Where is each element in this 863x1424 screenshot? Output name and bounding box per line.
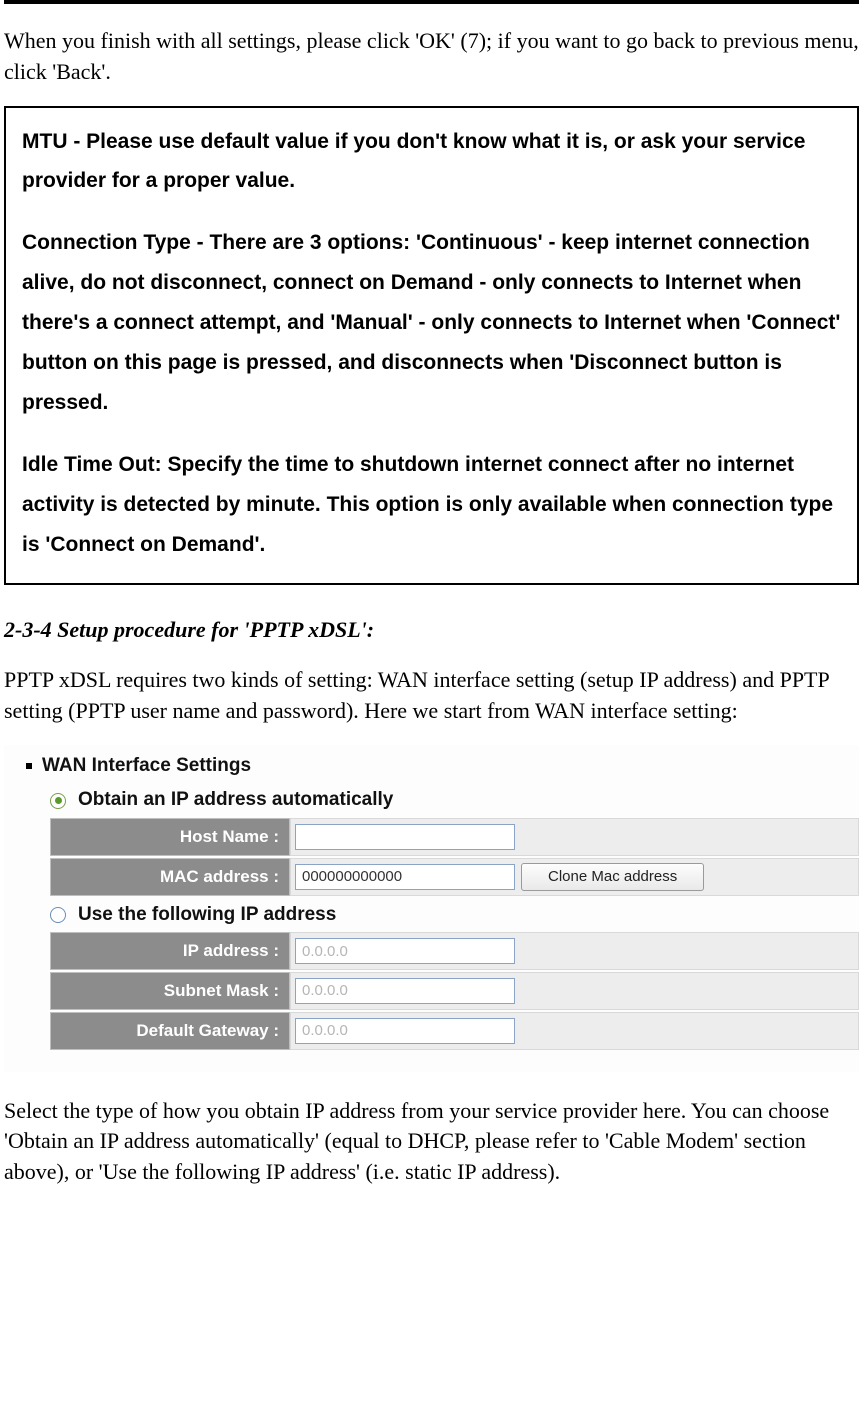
- ip-address-value-cell: [290, 932, 859, 970]
- clone-mac-button[interactable]: Clone Mac address: [521, 863, 704, 891]
- section-heading: 2-3-4 Setup procedure for 'PPTP xDSL':: [4, 615, 859, 646]
- ip-address-row: IP address :: [50, 932, 859, 970]
- radio-icon: [50, 907, 66, 923]
- intro-paragraph: When you finish with all settings, pleas…: [4, 26, 859, 88]
- ip-address-label: IP address :: [50, 932, 290, 970]
- subnet-mask-value-cell: [290, 972, 859, 1010]
- page-divider: [4, 0, 859, 4]
- host-name-row: Host Name :: [50, 818, 859, 856]
- host-name-input[interactable]: [295, 824, 515, 850]
- note-mtu: MTU - Please use default value if you do…: [22, 122, 841, 202]
- wan-settings-panel: WAN Interface Settings Obtain an IP addr…: [4, 745, 859, 1072]
- default-gateway-label: Default Gateway :: [50, 1012, 290, 1050]
- radio-obtain-auto[interactable]: Obtain an IP address automatically: [4, 783, 859, 818]
- subnet-mask-input[interactable]: [295, 978, 515, 1004]
- note-connection-type: Connection Type - There are 3 options: '…: [22, 223, 841, 422]
- host-name-label: Host Name :: [50, 818, 290, 856]
- radio-use-static-label: Use the following IP address: [78, 902, 336, 929]
- default-gateway-input[interactable]: [295, 1018, 515, 1044]
- info-note-box: MTU - Please use default value if you do…: [4, 106, 859, 585]
- default-gateway-value-cell: [290, 1012, 859, 1050]
- outro-paragraph: Select the type of how you obtain IP add…: [4, 1096, 859, 1188]
- subnet-mask-row: Subnet Mask :: [50, 972, 859, 1010]
- wan-settings-header: WAN Interface Settings: [4, 751, 859, 784]
- mac-address-label: MAC address :: [50, 858, 290, 896]
- mac-address-value-cell: Clone Mac address: [290, 858, 859, 896]
- mac-address-row: MAC address : Clone Mac address: [50, 858, 859, 896]
- radio-selected-dot-icon: [55, 797, 62, 804]
- radio-icon: [50, 793, 66, 809]
- bullet-icon: [26, 763, 32, 769]
- host-name-value-cell: [290, 818, 859, 856]
- mac-address-input[interactable]: [295, 864, 515, 890]
- pptp-intro-paragraph: PPTP xDSL requires two kinds of setting:…: [4, 665, 859, 727]
- subnet-mask-label: Subnet Mask :: [50, 972, 290, 1010]
- wan-settings-title: WAN Interface Settings: [42, 753, 251, 780]
- radio-use-static[interactable]: Use the following IP address: [4, 898, 859, 933]
- ip-address-input[interactable]: [295, 938, 515, 964]
- radio-obtain-auto-label: Obtain an IP address automatically: [78, 787, 393, 814]
- note-idle-timeout: Idle Time Out: Specify the time to shutd…: [22, 445, 841, 565]
- default-gateway-row: Default Gateway :: [50, 1012, 859, 1050]
